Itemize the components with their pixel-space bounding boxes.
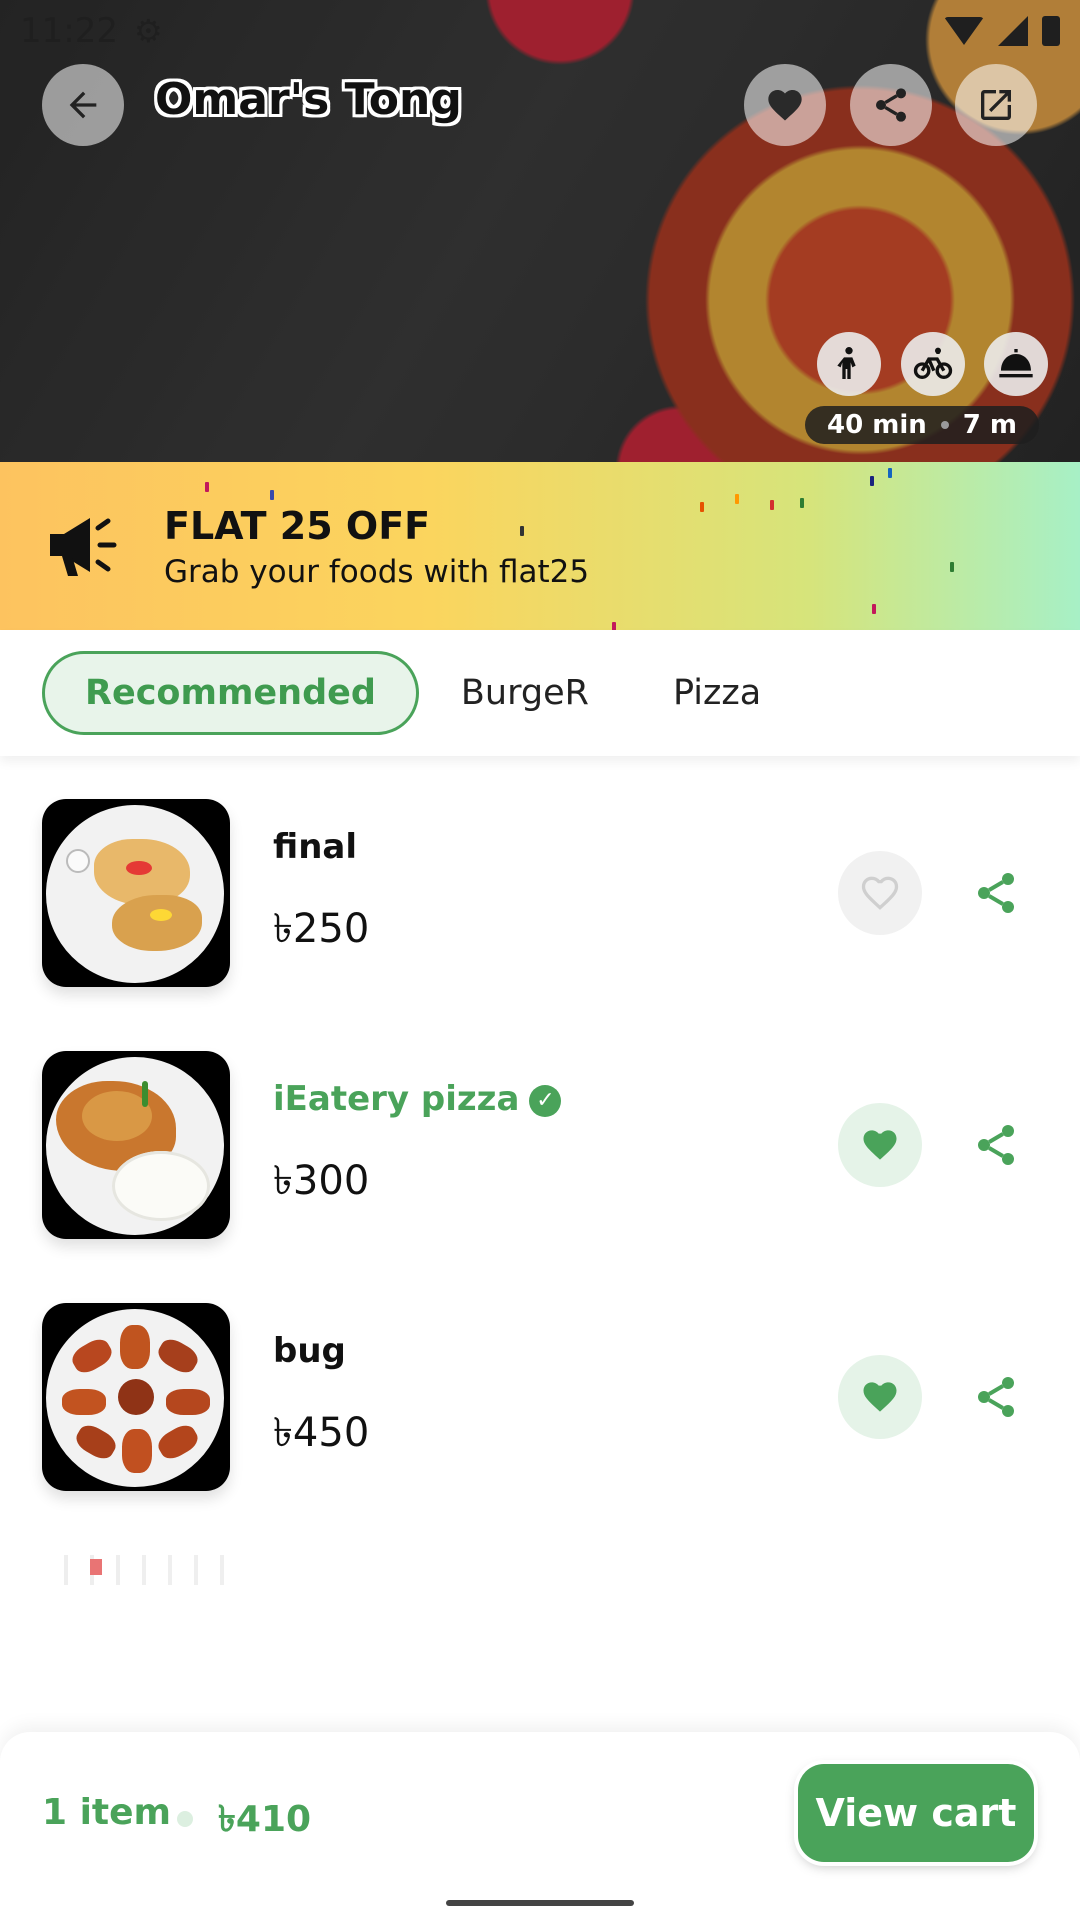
confetti: [700, 502, 704, 512]
tab-recommended[interactable]: Recommended: [42, 651, 419, 735]
eta-distance: 7 m: [962, 410, 1017, 440]
wifi-icon: [944, 17, 984, 45]
heart-filled-icon: [863, 1382, 897, 1412]
bicycle-delivery-icon: [901, 332, 965, 396]
tab-pizza[interactable]: Pizza: [673, 673, 761, 713]
share-icon[interactable]: [972, 869, 1020, 917]
item-price: ৳450: [273, 1410, 370, 1456]
heart-outline-icon: [861, 876, 899, 910]
item-image-partial: [42, 1555, 230, 1585]
gear-icon: ⚙: [133, 12, 163, 50]
item-image: [42, 799, 230, 987]
share-icon: [876, 88, 906, 122]
share-restaurant-button[interactable]: [850, 64, 932, 146]
like-button[interactable]: [838, 851, 922, 935]
item-name: final: [273, 827, 358, 867]
promo-banner[interactable]: FLAT 25 OFF Grab your foods with flat25: [0, 462, 1080, 630]
open-external-icon: [981, 90, 1011, 120]
favorite-restaurant-button[interactable]: [744, 64, 826, 146]
item-price: ৳250: [273, 906, 370, 952]
confetti: [888, 468, 892, 478]
confetti: [770, 500, 774, 510]
cart-separator: [177, 1811, 193, 1827]
cart-summary-bar: 1 item ৳410 View cart: [0, 1732, 1080, 1920]
eta-time: 40 min: [827, 410, 927, 440]
status-icons: [944, 16, 1060, 46]
item-image: [42, 1303, 230, 1491]
pickup-icon: [817, 332, 881, 396]
confetti: [270, 490, 274, 500]
cart-item-count: 1 item: [42, 1792, 172, 1833]
promo-subtitle: Grab your foods with flat25: [164, 554, 590, 590]
heart-filled-icon: [863, 1130, 897, 1160]
item-name-text: iEatery pizza: [273, 1079, 520, 1119]
confetti: [205, 482, 209, 492]
toolbar: Omar's Tong: [0, 64, 1080, 146]
open-external-button[interactable]: [955, 64, 1037, 146]
back-arrow-icon: [69, 91, 97, 119]
status-time: 11:22: [20, 11, 118, 51]
item-name: bug: [273, 1331, 346, 1371]
back-button[interactable]: [42, 64, 124, 146]
restaurant-screen: 11:22 ⚙ Omar's Tong 40 min 7 m FLAT 25 O…: [0, 0, 1080, 1920]
confetti: [520, 526, 524, 536]
cart-total: ৳410: [218, 1799, 312, 1840]
battery-icon: [1042, 16, 1060, 46]
heart-icon: [768, 90, 802, 121]
restaurant-name: Omar's Tong: [155, 74, 462, 125]
confetti: [872, 604, 876, 614]
category-tabs: Recommended BurgeR Pizza: [0, 630, 1080, 756]
item-image: [42, 1051, 230, 1239]
status-bar: 11:22 ⚙: [0, 0, 1080, 62]
like-button[interactable]: [838, 1355, 922, 1439]
confetti: [950, 562, 954, 572]
share-icon[interactable]: [972, 1373, 1020, 1421]
verified-check-icon: ✓: [529, 1084, 562, 1117]
confetti: [612, 622, 616, 630]
list-item[interactable]: bug ৳450: [0, 1303, 1080, 1493]
tab-burger[interactable]: BurgeR: [461, 673, 589, 713]
confetti: [800, 498, 804, 508]
eta-badge: 40 min 7 m: [805, 406, 1039, 444]
megaphone-icon: [50, 518, 117, 576]
promo-title: FLAT 25 OFF: [164, 504, 431, 548]
item-price: ৳300: [273, 1158, 370, 1204]
cell-signal-icon: [998, 16, 1028, 46]
dine-in-icon: [984, 332, 1048, 396]
item-name: iEatery pizza ✓: [273, 1079, 562, 1119]
home-indicator[interactable]: [446, 1900, 634, 1906]
confetti: [870, 476, 874, 486]
share-icon[interactable]: [972, 1121, 1020, 1169]
like-button[interactable]: [838, 1103, 922, 1187]
view-cart-button[interactable]: View cart: [798, 1764, 1034, 1862]
list-item[interactable]: final ৳250: [0, 799, 1080, 989]
list-item[interactable]: iEatery pizza ✓ ৳300: [0, 1051, 1080, 1241]
eta-separator: [940, 421, 949, 429]
confetti: [735, 494, 739, 504]
